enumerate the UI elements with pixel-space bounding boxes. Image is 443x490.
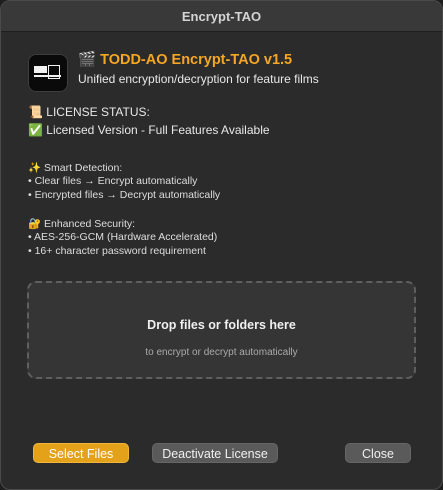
license-status-text: Licensed Version - Full Features Availab… — [46, 123, 270, 137]
clapperboard-icon — [28, 54, 68, 92]
license-heading-text: LICENSE STATUS: — [46, 105, 150, 119]
close-button[interactable]: Close — [345, 443, 411, 463]
check-icon: ✅ — [28, 123, 43, 137]
sparkles-icon: ✨ — [28, 162, 42, 174]
smart-detection-item: • Encrypted files → Decrypt automaticall… — [28, 189, 221, 201]
scroll-icon: 📜 — [28, 105, 43, 119]
clapper-emoji-icon: 🎬 — [78, 52, 97, 68]
select-files-button[interactable]: Select Files — [33, 443, 129, 463]
license-status: ✅ Licensed Version - Full Features Avail… — [28, 123, 270, 137]
lock-icon: 🔐 — [28, 218, 42, 230]
app-window: Encrypt-TAO 🎬 TODD-AO Encrypt-TAO v1.5 U… — [0, 0, 443, 490]
smart-detection-item: • Clear files → Encrypt automatically — [28, 175, 198, 187]
app-subtitle: Unified encryption/decryption for featur… — [78, 72, 319, 86]
window-title: Encrypt-TAO — [181, 8, 262, 24]
drop-zone-subtitle: to encrypt or decrypt automatically — [145, 347, 298, 358]
drop-zone-title: Drop files or folders here — [147, 318, 296, 332]
drop-zone[interactable]: Drop files or folders here to encrypt or… — [27, 281, 416, 379]
smart-detection-heading: ✨ Smart Detection: — [28, 161, 122, 174]
app-name: 🎬 TODD-AO Encrypt-TAO v1.5 — [78, 51, 292, 68]
security-item: • 16+ character password requirement — [28, 245, 206, 257]
license-heading: 📜 LICENSE STATUS: — [28, 105, 150, 119]
smart-detection-heading-text: Smart Detection: — [44, 162, 123, 174]
deactivate-license-button[interactable]: Deactivate License — [152, 443, 278, 463]
title-bar[interactable]: Encrypt-TAO — [1, 1, 442, 32]
security-item: • AES-256-GCM (Hardware Accelerated) — [28, 231, 218, 243]
app-name-text: TODD-AO Encrypt-TAO v1.5 — [100, 52, 293, 68]
security-heading-text: Enhanced Security: — [44, 218, 136, 230]
security-heading: 🔐 Enhanced Security: — [28, 217, 135, 230]
